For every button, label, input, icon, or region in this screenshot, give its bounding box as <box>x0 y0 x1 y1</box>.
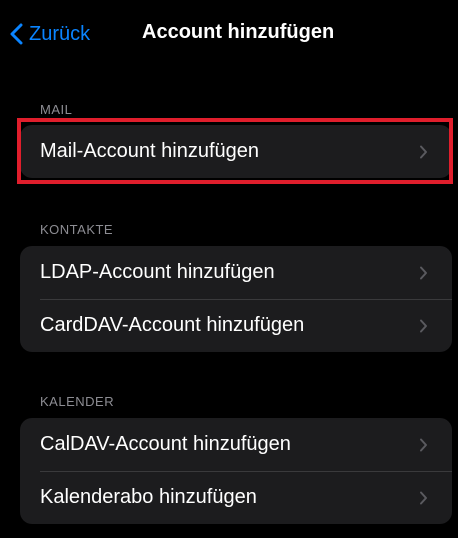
row-label: CalDAV-Account hinzufügen <box>40 433 291 455</box>
chevron-left-icon <box>10 23 23 45</box>
row-label: LDAP-Account hinzufügen <box>40 261 275 283</box>
add-caldav-account-row[interactable]: CalDAV-Account hinzufügen <box>20 418 452 471</box>
screen-edge <box>458 0 464 538</box>
chevron-right-icon <box>420 319 427 332</box>
group-mail: Mail-Account hinzufügen <box>20 125 452 178</box>
add-mail-account-row[interactable]: Mail-Account hinzufügen <box>20 125 452 178</box>
row-label: Mail-Account hinzufügen <box>40 140 260 162</box>
page-title: Account hinzufügen <box>142 21 335 43</box>
chevron-right-icon <box>420 145 427 158</box>
settings-screen: Zurück Account hinzufügen MAIL Mail-Acco… <box>0 0 458 538</box>
chevron-right-icon <box>420 438 427 451</box>
navigation-bar: Zurück Account hinzufügen <box>0 0 458 64</box>
chevron-right-icon <box>420 491 427 504</box>
back-label: Zurück <box>29 22 91 45</box>
chevron-right-icon <box>420 266 427 279</box>
group-contacts: LDAP-Account hinzufügen CardDAV-Account … <box>20 246 452 352</box>
section-header-calendar: KALENDER <box>40 394 115 409</box>
row-label: CardDAV-Account hinzufügen <box>40 314 305 336</box>
add-ldap-account-row[interactable]: LDAP-Account hinzufügen <box>20 246 452 299</box>
add-carddav-account-row[interactable]: CardDAV-Account hinzufügen <box>20 299 452 352</box>
back-button[interactable]: Zurück <box>10 20 90 48</box>
section-header-mail: MAIL <box>40 102 73 117</box>
add-calendar-subscription-row[interactable]: Kalenderabo hinzufügen <box>20 471 452 524</box>
section-header-contacts: KONTAKTE <box>40 222 114 237</box>
row-label: Kalenderabo hinzufügen <box>40 486 257 508</box>
group-calendar: CalDAV-Account hinzufügen Kalenderabo hi… <box>20 418 452 524</box>
